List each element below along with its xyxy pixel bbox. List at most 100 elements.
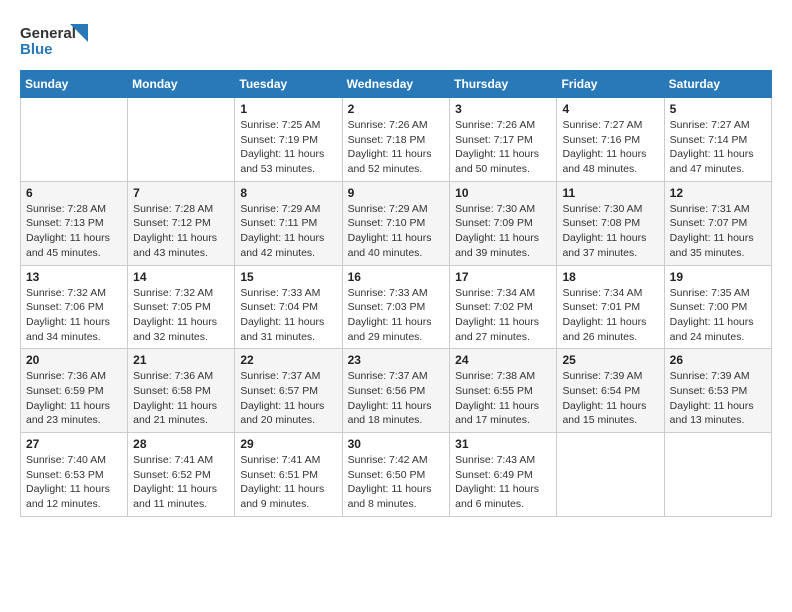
day-info: Sunrise: 7:41 AM Sunset: 6:52 PM Dayligh… <box>133 453 229 512</box>
day-info: Sunrise: 7:42 AM Sunset: 6:50 PM Dayligh… <box>348 453 445 512</box>
logo: GeneralBlue <box>20 20 90 60</box>
calendar-cell: 19 Sunrise: 7:35 AM Sunset: 7:00 PM Dayli… <box>664 265 771 349</box>
day-number: 12 <box>670 186 766 200</box>
day-info: Sunrise: 7:30 AM Sunset: 7:09 PM Dayligh… <box>455 202 551 261</box>
weekday-header: Saturday <box>664 71 771 98</box>
calendar-week-row: 13 Sunrise: 7:32 AM Sunset: 7:06 PM Dayli… <box>21 265 772 349</box>
day-number: 2 <box>348 102 445 116</box>
day-info: Sunrise: 7:27 AM Sunset: 7:14 PM Dayligh… <box>670 118 766 177</box>
calendar-cell: 4 Sunrise: 7:27 AM Sunset: 7:16 PM Daylig… <box>557 98 664 182</box>
day-number: 3 <box>455 102 551 116</box>
day-info: Sunrise: 7:36 AM Sunset: 6:58 PM Dayligh… <box>133 369 229 428</box>
day-number: 25 <box>562 353 658 367</box>
day-info: Sunrise: 7:39 AM Sunset: 6:54 PM Dayligh… <box>562 369 658 428</box>
day-number: 28 <box>133 437 229 451</box>
calendar-cell: 11 Sunrise: 7:30 AM Sunset: 7:08 PM Dayli… <box>557 181 664 265</box>
day-info: Sunrise: 7:37 AM Sunset: 6:56 PM Dayligh… <box>348 369 445 428</box>
day-number: 14 <box>133 270 229 284</box>
calendar-cell: 30Sunrise: 7:42 AM Sunset: 6:50 PM Dayli… <box>342 433 450 517</box>
calendar-cell: 2Sunrise: 7:26 AM Sunset: 7:18 PM Daylig… <box>342 98 450 182</box>
calendar-cell <box>21 98 128 182</box>
day-number: 4 <box>562 102 658 116</box>
day-info: Sunrise: 7:37 AM Sunset: 6:57 PM Dayligh… <box>240 369 336 428</box>
weekday-header: Wednesday <box>342 71 450 98</box>
day-number: 19 <box>670 270 766 284</box>
page-header: GeneralBlue <box>20 20 772 60</box>
day-info: Sunrise: 7:33 AM Sunset: 7:04 PM Dayligh… <box>240 286 336 345</box>
day-number: 6 <box>26 186 122 200</box>
day-number: 17 <box>455 270 551 284</box>
logo-svg: GeneralBlue <box>20 20 90 60</box>
day-info: Sunrise: 7:41 AM Sunset: 6:51 PM Dayligh… <box>240 453 336 512</box>
calendar-cell: 8 Sunrise: 7:29 AM Sunset: 7:11 PM Daylig… <box>235 181 342 265</box>
calendar-cell: 23 Sunrise: 7:37 AM Sunset: 6:56 PM Dayli… <box>342 349 450 433</box>
calendar-cell: 16 Sunrise: 7:33 AM Sunset: 7:03 PM Dayli… <box>342 265 450 349</box>
day-number: 16 <box>348 270 445 284</box>
day-number: 13 <box>26 270 122 284</box>
calendar-cell: 1 Sunrise: 7:25 AM Sunset: 7:19 PM Daylig… <box>235 98 342 182</box>
day-info: Sunrise: 7:34 AM Sunset: 7:01 PM Dayligh… <box>562 286 658 345</box>
day-info: Sunrise: 7:33 AM Sunset: 7:03 PM Dayligh… <box>348 286 445 345</box>
day-number: 1 <box>240 102 336 116</box>
calendar-cell: 18Sunrise: 7:34 AM Sunset: 7:01 PM Dayli… <box>557 265 664 349</box>
calendar-header-row: SundayMondayTuesdayWednesdayThursdayFrid… <box>21 71 772 98</box>
day-number: 11 <box>562 186 658 200</box>
calendar-cell: 25 Sunrise: 7:39 AM Sunset: 6:54 PM Dayli… <box>557 349 664 433</box>
svg-text:Blue: Blue <box>20 41 53 58</box>
day-info: Sunrise: 7:29 AM Sunset: 7:10 PM Dayligh… <box>348 202 445 261</box>
calendar-cell: 14 Sunrise: 7:32 AM Sunset: 7:05 PM Dayli… <box>128 265 235 349</box>
day-number: 27 <box>26 437 122 451</box>
calendar-cell <box>128 98 235 182</box>
weekday-header: Sunday <box>21 71 128 98</box>
calendar-cell: 13 Sunrise: 7:32 AM Sunset: 7:06 PM Dayli… <box>21 265 128 349</box>
day-info: Sunrise: 7:28 AM Sunset: 7:12 PM Dayligh… <box>133 202 229 261</box>
day-number: 29 <box>240 437 336 451</box>
calendar-cell: 9Sunrise: 7:29 AM Sunset: 7:10 PM Daylig… <box>342 181 450 265</box>
day-info: Sunrise: 7:25 AM Sunset: 7:19 PM Dayligh… <box>240 118 336 177</box>
calendar-cell: 3 Sunrise: 7:26 AM Sunset: 7:17 PM Daylig… <box>450 98 557 182</box>
day-number: 8 <box>240 186 336 200</box>
calendar-cell: 5 Sunrise: 7:27 AM Sunset: 7:14 PM Daylig… <box>664 98 771 182</box>
weekday-header: Tuesday <box>235 71 342 98</box>
day-info: Sunrise: 7:26 AM Sunset: 7:17 PM Dayligh… <box>455 118 551 177</box>
calendar-week-row: 1 Sunrise: 7:25 AM Sunset: 7:19 PM Daylig… <box>21 98 772 182</box>
day-number: 7 <box>133 186 229 200</box>
calendar-cell: 24Sunrise: 7:38 AM Sunset: 6:55 PM Dayli… <box>450 349 557 433</box>
day-number: 20 <box>26 353 122 367</box>
day-number: 23 <box>348 353 445 367</box>
calendar-week-row: 20Sunrise: 7:36 AM Sunset: 6:59 PM Dayli… <box>21 349 772 433</box>
calendar-cell: 6 Sunrise: 7:28 AM Sunset: 7:13 PM Daylig… <box>21 181 128 265</box>
day-info: Sunrise: 7:38 AM Sunset: 6:55 PM Dayligh… <box>455 369 551 428</box>
day-info: Sunrise: 7:32 AM Sunset: 7:06 PM Dayligh… <box>26 286 122 345</box>
day-info: Sunrise: 7:30 AM Sunset: 7:08 PM Dayligh… <box>562 202 658 261</box>
day-info: Sunrise: 7:39 AM Sunset: 6:53 PM Dayligh… <box>670 369 766 428</box>
day-info: Sunrise: 7:34 AM Sunset: 7:02 PM Dayligh… <box>455 286 551 345</box>
day-number: 5 <box>670 102 766 116</box>
calendar-cell: 10 Sunrise: 7:30 AM Sunset: 7:09 PM Dayli… <box>450 181 557 265</box>
calendar-cell: 7 Sunrise: 7:28 AM Sunset: 7:12 PM Daylig… <box>128 181 235 265</box>
calendar-cell: 29 Sunrise: 7:41 AM Sunset: 6:51 PM Dayli… <box>235 433 342 517</box>
calendar-cell: 31 Sunrise: 7:43 AM Sunset: 6:49 PM Dayli… <box>450 433 557 517</box>
calendar-cell: 15 Sunrise: 7:33 AM Sunset: 7:04 PM Dayli… <box>235 265 342 349</box>
day-info: Sunrise: 7:40 AM Sunset: 6:53 PM Dayligh… <box>26 453 122 512</box>
calendar-cell: 28 Sunrise: 7:41 AM Sunset: 6:52 PM Dayli… <box>128 433 235 517</box>
day-info: Sunrise: 7:35 AM Sunset: 7:00 PM Dayligh… <box>670 286 766 345</box>
calendar-week-row: 27 Sunrise: 7:40 AM Sunset: 6:53 PM Dayli… <box>21 433 772 517</box>
calendar-cell: 27 Sunrise: 7:40 AM Sunset: 6:53 PM Dayli… <box>21 433 128 517</box>
day-info: Sunrise: 7:32 AM Sunset: 7:05 PM Dayligh… <box>133 286 229 345</box>
calendar-cell: 26Sunrise: 7:39 AM Sunset: 6:53 PM Dayli… <box>664 349 771 433</box>
day-info: Sunrise: 7:31 AM Sunset: 7:07 PM Dayligh… <box>670 202 766 261</box>
calendar-cell <box>557 433 664 517</box>
day-number: 21 <box>133 353 229 367</box>
day-info: Sunrise: 7:29 AM Sunset: 7:11 PM Dayligh… <box>240 202 336 261</box>
weekday-header: Friday <box>557 71 664 98</box>
day-info: Sunrise: 7:27 AM Sunset: 7:16 PM Dayligh… <box>562 118 658 177</box>
weekday-header: Thursday <box>450 71 557 98</box>
day-number: 15 <box>240 270 336 284</box>
day-info: Sunrise: 7:28 AM Sunset: 7:13 PM Dayligh… <box>26 202 122 261</box>
calendar-cell: 20Sunrise: 7:36 AM Sunset: 6:59 PM Dayli… <box>21 349 128 433</box>
day-number: 31 <box>455 437 551 451</box>
day-info: Sunrise: 7:43 AM Sunset: 6:49 PM Dayligh… <box>455 453 551 512</box>
calendar-cell <box>664 433 771 517</box>
day-number: 10 <box>455 186 551 200</box>
